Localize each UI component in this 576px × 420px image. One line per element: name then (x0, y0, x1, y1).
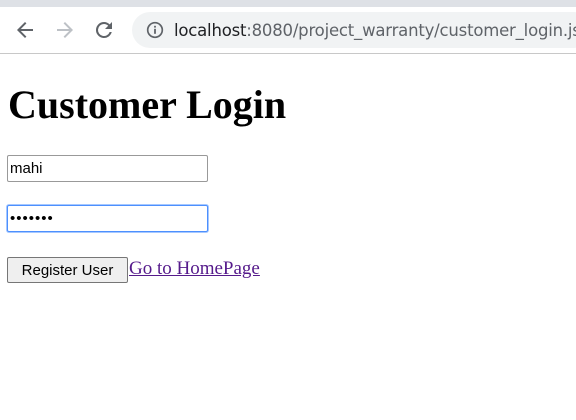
reload-button[interactable] (92, 18, 116, 42)
url-host: localhost (174, 21, 247, 40)
url-path: :8080/project_warranty/customer_login.js… (246, 21, 576, 40)
register-user-button[interactable]: Register User (7, 257, 128, 283)
password-input[interactable] (7, 205, 208, 232)
browser-tab-strip (0, 0, 576, 7)
username-input[interactable] (7, 155, 208, 182)
back-arrow-icon (17, 22, 33, 38)
info-icon[interactable] (146, 21, 164, 39)
page-title: Customer Login (8, 82, 287, 127)
address-bar[interactable]: localhost:8080/project_warranty/customer… (132, 12, 576, 48)
forward-arrow-icon (57, 22, 73, 38)
go-to-homepage-link[interactable]: Go to HomePage (129, 257, 260, 281)
url-text[interactable]: localhost:8080/project_warranty/customer… (174, 21, 576, 41)
browser-toolbar: localhost:8080/project_warranty/customer… (0, 7, 576, 54)
back-button[interactable] (13, 18, 37, 42)
reload-icon (95, 21, 112, 38)
forward-button[interactable] (53, 18, 77, 42)
